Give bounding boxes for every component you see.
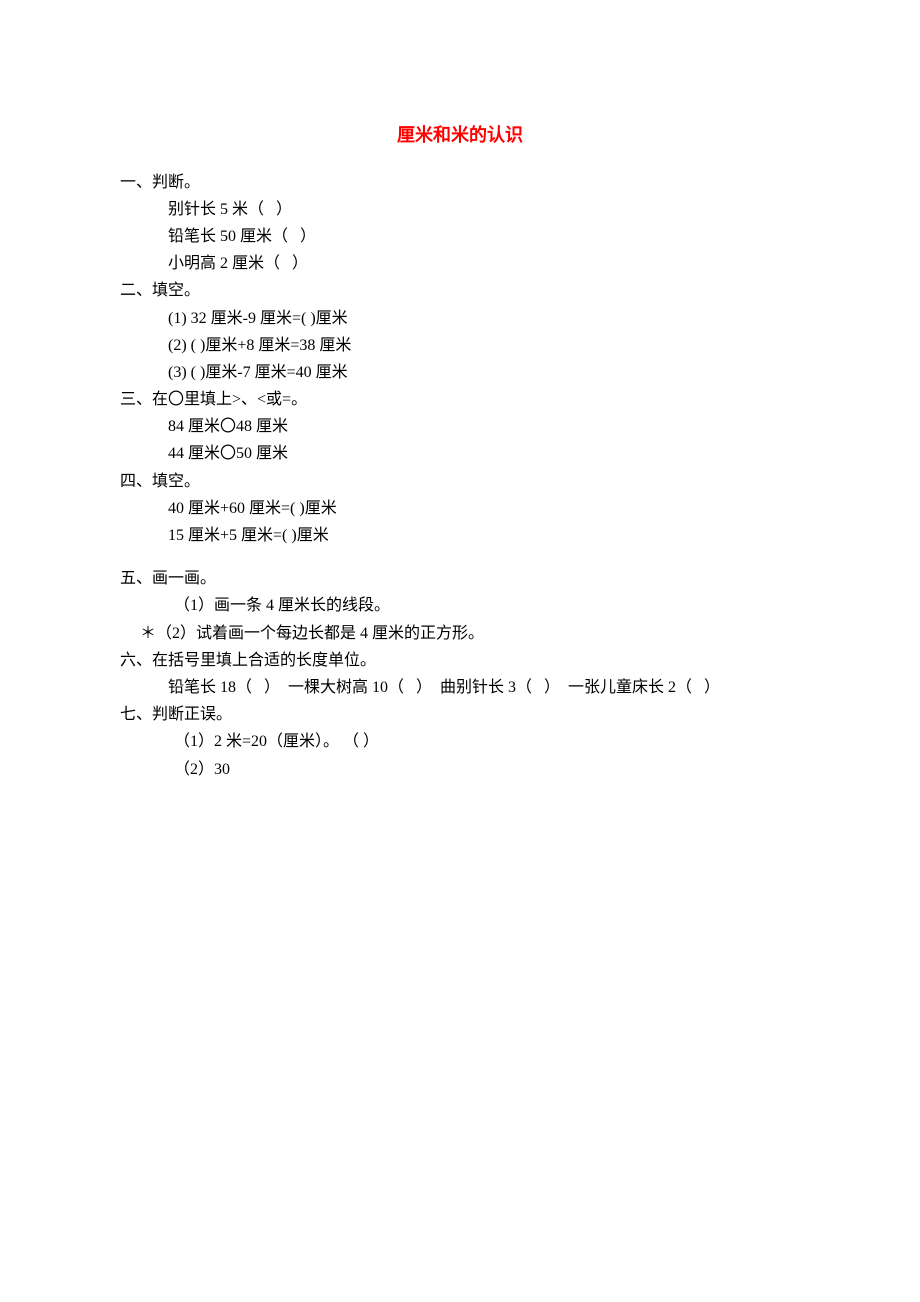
document-title: 厘米和米的认识 [120,120,800,151]
section-3-item: 84 厘米〇48 厘米 [120,413,800,440]
section-1-item: 小明高 2 厘米（ ） [120,250,800,277]
section-6-line: 铅笔长 18（ ） 一棵大树高 10（ ） 曲别针长 3（ ） 一张儿童床长 2… [120,674,800,701]
section-3-heading: 三、在〇里填上>、<或=。 [120,386,800,413]
section-6-heading: 六、在括号里填上合适的长度单位。 [120,647,800,674]
section-5-heading: 五、画一画。 [120,565,800,592]
section-4-item: 15 厘米+5 厘米=( )厘米 [120,522,800,549]
section-2-item: (2) ( )厘米+8 厘米=38 厘米 [120,332,800,359]
page: 厘米和米的认识 一、判断。 别针长 5 米（ ） 铅笔长 50 厘米（ ） 小明… [0,0,920,783]
section-2-item: (3) ( )厘米-7 厘米=40 厘米 [120,359,800,386]
section-1-item: 铅笔长 50 厘米（ ） [120,223,800,250]
section-1-heading: 一、判断。 [120,169,800,196]
spacer [120,549,800,565]
section-7-heading: 七、判断正误。 [120,701,800,728]
section-4-item: 40 厘米+60 厘米=( )厘米 [120,495,800,522]
section-2-item: (1) 32 厘米-9 厘米=( )厘米 [120,305,800,332]
section-7-item: （1）2 米=20（厘米）。 （ ） [120,728,800,755]
section-4-heading: 四、填空。 [120,468,800,495]
section-7-item: （2）30 [120,756,800,783]
section-5-item: （1）画一条 4 厘米长的线段。 [120,592,800,619]
section-5-item: ＊（2）试着画一个每边长都是 4 厘米的正方形。 [120,620,800,647]
section-2-heading: 二、填空。 [120,277,800,304]
section-1-item: 别针长 5 米（ ） [120,196,800,223]
section-3-item: 44 厘米〇50 厘米 [120,440,800,467]
